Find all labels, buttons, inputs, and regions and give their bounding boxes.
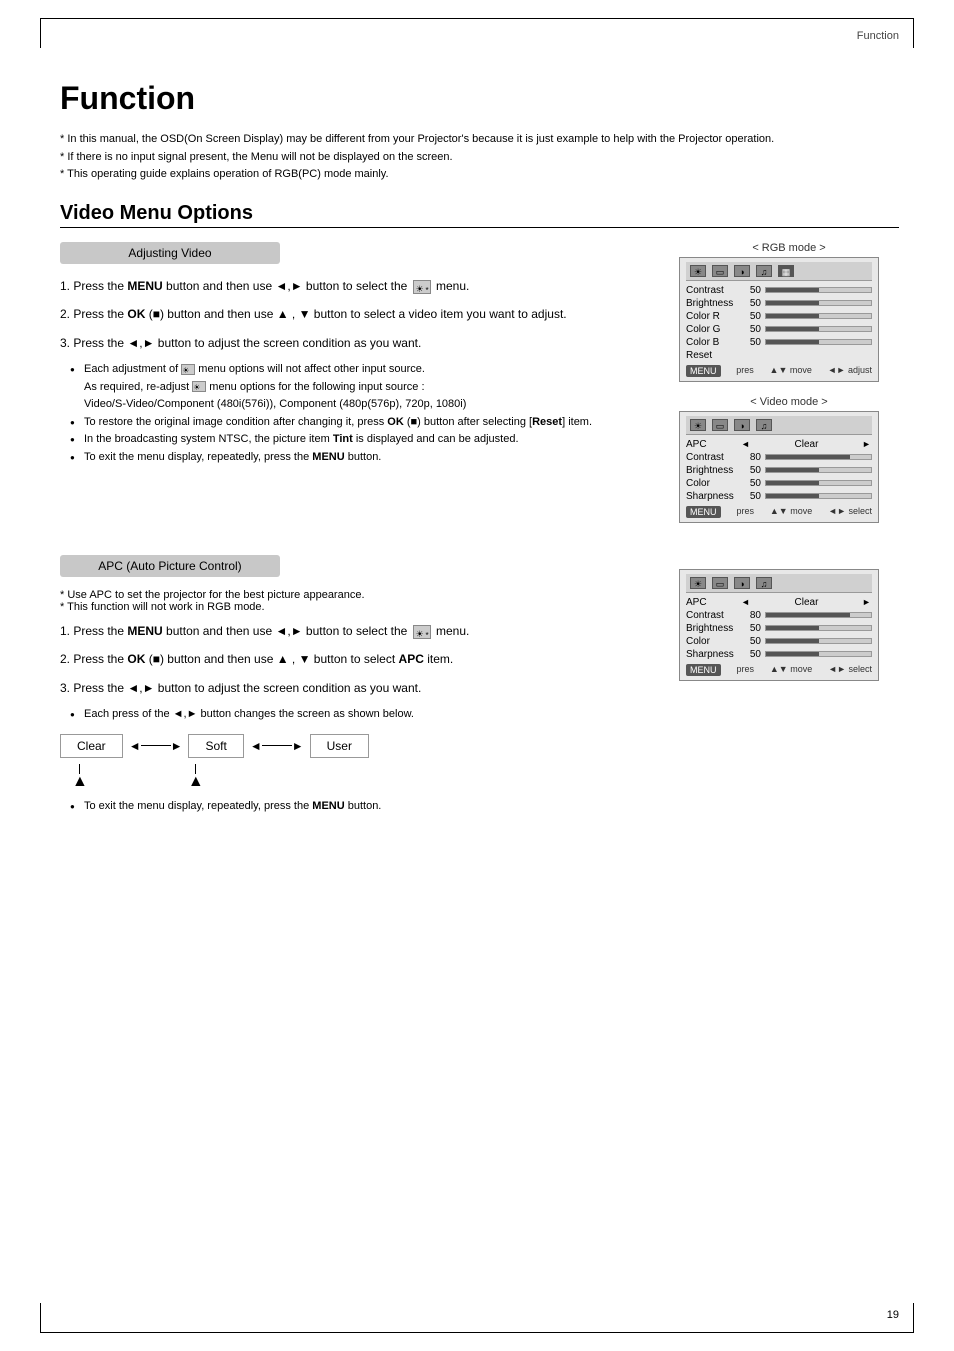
page-number: 19 — [887, 1309, 899, 1321]
rgb-osd-footer: MENU pres ▲▼ move ◄► adjust — [686, 365, 872, 377]
video-osd-row-brightness: Brightness 50 — [686, 465, 872, 476]
apc-bullets: Each press of the ◄,► button changes the… — [60, 706, 649, 724]
osd-audio-icon: ♫ — [756, 265, 772, 277]
apc-sun-icon: ☀ — [690, 577, 706, 589]
apc-notes: * Use APC to set the projector for the b… — [60, 589, 649, 613]
apc-arrow-2: ◄ ► — [250, 739, 304, 753]
osd-row-reset: Reset — [686, 350, 872, 361]
apc-diagram: Clear ◄ ► Soft ◄ ► User — [60, 734, 649, 758]
osd-row-color-g: Color G 50 — [686, 324, 872, 335]
video-mode-box: ☀ ▭ ◑ ♫ APC ◄ Clear ► Contrast — [679, 411, 879, 523]
video-color-icon: ◑ — [734, 419, 750, 431]
rgb-mode-label: < RGB mode > — [679, 242, 899, 254]
apc-arrow-1: ◄ ► — [129, 739, 183, 753]
page-border-left-top — [40, 18, 41, 48]
video-osd-row-sharpness: Sharpness 50 — [686, 491, 872, 502]
osd-row-color-r: Color R 50 — [686, 311, 872, 322]
apc-osd-row-brightness: Brightness 50 — [686, 623, 872, 634]
apc-bullet-exit: To exit the menu display, repeatedly, pr… — [74, 798, 649, 816]
bullet3: In the broadcasting system NTSC, the pic… — [74, 431, 649, 449]
apc-right: ☀ ▭ ◑ ♫ APC ◄ Clear ► Contrast — [669, 555, 899, 819]
apc-section: APC (Auto Picture Control) * Use APC to … — [60, 555, 899, 819]
video-osd-row-contrast: Contrast 80 — [686, 452, 872, 463]
video-osd-rows: Contrast 80 Brightness 50 Color 50 — [686, 452, 872, 502]
apc-osd-row-color: Color 50 — [686, 636, 872, 647]
apc-left: APC (Auto Picture Control) * Use APC to … — [60, 555, 669, 819]
apc-step1: 1. Press the MENU button and then use ◄,… — [60, 621, 649, 641]
apc-osd-box: ☀ ▭ ◑ ♫ APC ◄ Clear ► Contrast — [679, 569, 879, 681]
osd-row-apc-main: APC ◄ Clear ► — [686, 597, 872, 608]
adjusting-step3: 3. Press the ◄,► button to adjust the sc… — [60, 333, 649, 353]
page-border-right-bottom — [913, 1303, 914, 1333]
apc-arrow-indicators: ▲ ▲ — [60, 764, 649, 790]
rgb-mode-osd: < RGB mode > ☀ ▭ ◑ ♫ ▦ Contrast 50 — [679, 242, 899, 382]
intro-note2: * If there is no input signal present, t… — [60, 149, 899, 167]
rgb-mode-box: ☀ ▭ ◑ ♫ ▦ Contrast 50 Brightness — [679, 257, 879, 382]
video-osd-footer: MENU pres ▲▼ move ◄► select — [686, 506, 872, 518]
bullet2: To restore the original image condition … — [74, 414, 649, 432]
osd-row-apc-video: APC ◄ Clear ► — [686, 439, 872, 450]
osd-display-icon: ▭ — [712, 265, 728, 277]
adjusting-bullets: Each adjustment of ☀ menu options will n… — [60, 361, 649, 467]
video-audio-icon: ♫ — [756, 419, 772, 431]
apc-osd-row-contrast: Contrast 80 — [686, 610, 872, 621]
osd-row-brightness: Brightness 50 — [686, 298, 872, 309]
intro-note3: * This operating guide explains operatio… — [60, 166, 899, 184]
apc-note2: * This function will not work in RGB mod… — [60, 601, 649, 613]
osd-active-icon: ▦ — [778, 265, 794, 277]
video-osd-icons: ☀ ▭ ◑ ♫ — [686, 416, 872, 435]
adjusting-video-left: Adjusting Video 1. Press the MENU button… — [60, 242, 669, 537]
apc-exit-bullet: To exit the menu display, repeatedly, pr… — [60, 798, 649, 816]
intro-notes: * In this manual, the OSD(On Screen Disp… — [60, 131, 899, 184]
apc-osd-rows: Contrast 80 Brightness 50 Color 50 — [686, 610, 872, 660]
osd-row-contrast: Contrast 50 — [686, 285, 872, 296]
page-border-top — [40, 18, 914, 19]
page-border-left-bottom — [40, 1303, 41, 1333]
apc-audio-icon: ♫ — [756, 577, 772, 589]
apc-osd: ☀ ▭ ◑ ♫ APC ◄ Clear ► Contrast — [679, 569, 899, 681]
apc-header: APC (Auto Picture Control) — [60, 555, 280, 577]
apc-user-box: User — [310, 734, 369, 758]
adjusting-video-header: Adjusting Video — [60, 242, 280, 264]
video-display-icon: ▭ — [712, 419, 728, 431]
page-border-bottom — [40, 1332, 914, 1333]
apc-osd-row-sharpness: Sharpness 50 — [686, 649, 872, 660]
osd-row-color-b: Color B 50 — [686, 337, 872, 348]
adjusting-step1: 1. Press the MENU button and then use ◄,… — [60, 276, 649, 296]
apc-osd-footer: MENU pres ▲▼ move ◄► select — [686, 664, 872, 676]
page-title: Function — [60, 80, 899, 117]
rgb-osd-rows: Contrast 50 Brightness 50 Color R 50 — [686, 285, 872, 361]
apc-step2: 2. Press the OK (■) button and then use … — [60, 649, 649, 669]
video-mode-label: < Video mode > — [679, 396, 899, 408]
osd-sun-icon: ☀ — [690, 265, 706, 277]
rgb-osd-icons: ☀ ▭ ◑ ♫ ▦ — [686, 262, 872, 281]
header-section-label: Function — [857, 30, 899, 42]
video-osd-row-color: Color 50 — [686, 478, 872, 489]
apc-soft-box: Soft — [188, 734, 243, 758]
apc-display-icon: ▭ — [712, 577, 728, 589]
bullet4: To exit the menu display, repeatedly, pr… — [74, 449, 649, 467]
video-mode-osd: < Video mode > ☀ ▭ ◑ ♫ APC ◄ Clear ► — [679, 396, 899, 523]
video-menu-title: Video Menu Options — [60, 202, 899, 228]
intro-note1: * In this manual, the OSD(On Screen Disp… — [60, 131, 899, 149]
adjusting-step2: 2. Press the OK (■) button and then use … — [60, 304, 649, 324]
apc-clear-box: Clear — [60, 734, 123, 758]
adjusting-video-right: < RGB mode > ☀ ▭ ◑ ♫ ▦ Contrast 50 — [669, 242, 899, 537]
apc-step3: 3. Press the ◄,► button to adjust the sc… — [60, 678, 649, 698]
apc-osd-icons: ☀ ▭ ◑ ♫ — [686, 574, 872, 593]
video-sun-icon: ☀ — [690, 419, 706, 431]
page-border-right-top — [913, 18, 914, 48]
adjusting-video-section: Adjusting Video 1. Press the MENU button… — [60, 242, 899, 537]
bullet1: Each adjustment of ☀ menu options will n… — [74, 361, 649, 414]
osd-color-icon: ◑ — [734, 265, 750, 277]
apc-note1: * Use APC to set the projector for the b… — [60, 589, 649, 601]
apc-color-icon: ◑ — [734, 577, 750, 589]
apc-bullet-press: Each press of the ◄,► button changes the… — [74, 706, 649, 724]
